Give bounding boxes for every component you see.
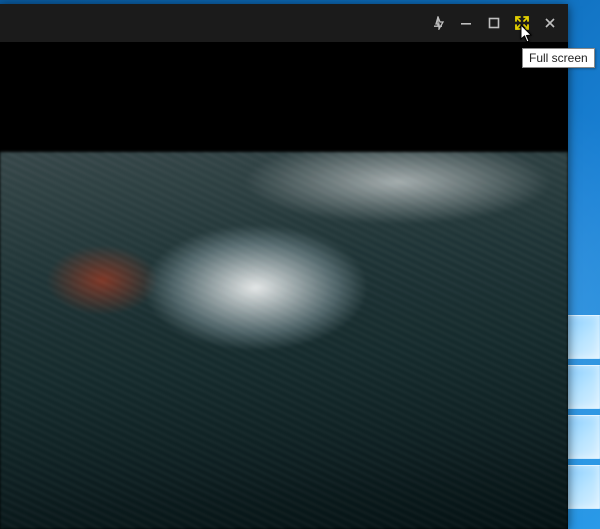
maximize-button[interactable] <box>480 9 508 37</box>
close-icon <box>543 16 557 30</box>
pin-button[interactable] <box>424 9 452 37</box>
media-player-window <box>0 4 568 529</box>
desktop: Full screen <box>0 0 600 529</box>
close-button[interactable] <box>536 9 564 37</box>
fullscreen-icon <box>514 15 530 31</box>
video-texture <box>0 152 568 529</box>
tooltip: Full screen <box>522 48 595 68</box>
video-area[interactable] <box>0 42 568 529</box>
tooltip-text: Full screen <box>529 51 588 65</box>
minimize-button[interactable] <box>452 9 480 37</box>
minimize-icon <box>459 16 473 30</box>
titlebar <box>0 4 568 42</box>
video-frame <box>0 152 568 529</box>
pin-icon <box>431 16 445 30</box>
fullscreen-button[interactable] <box>508 9 536 37</box>
maximize-icon <box>487 16 501 30</box>
